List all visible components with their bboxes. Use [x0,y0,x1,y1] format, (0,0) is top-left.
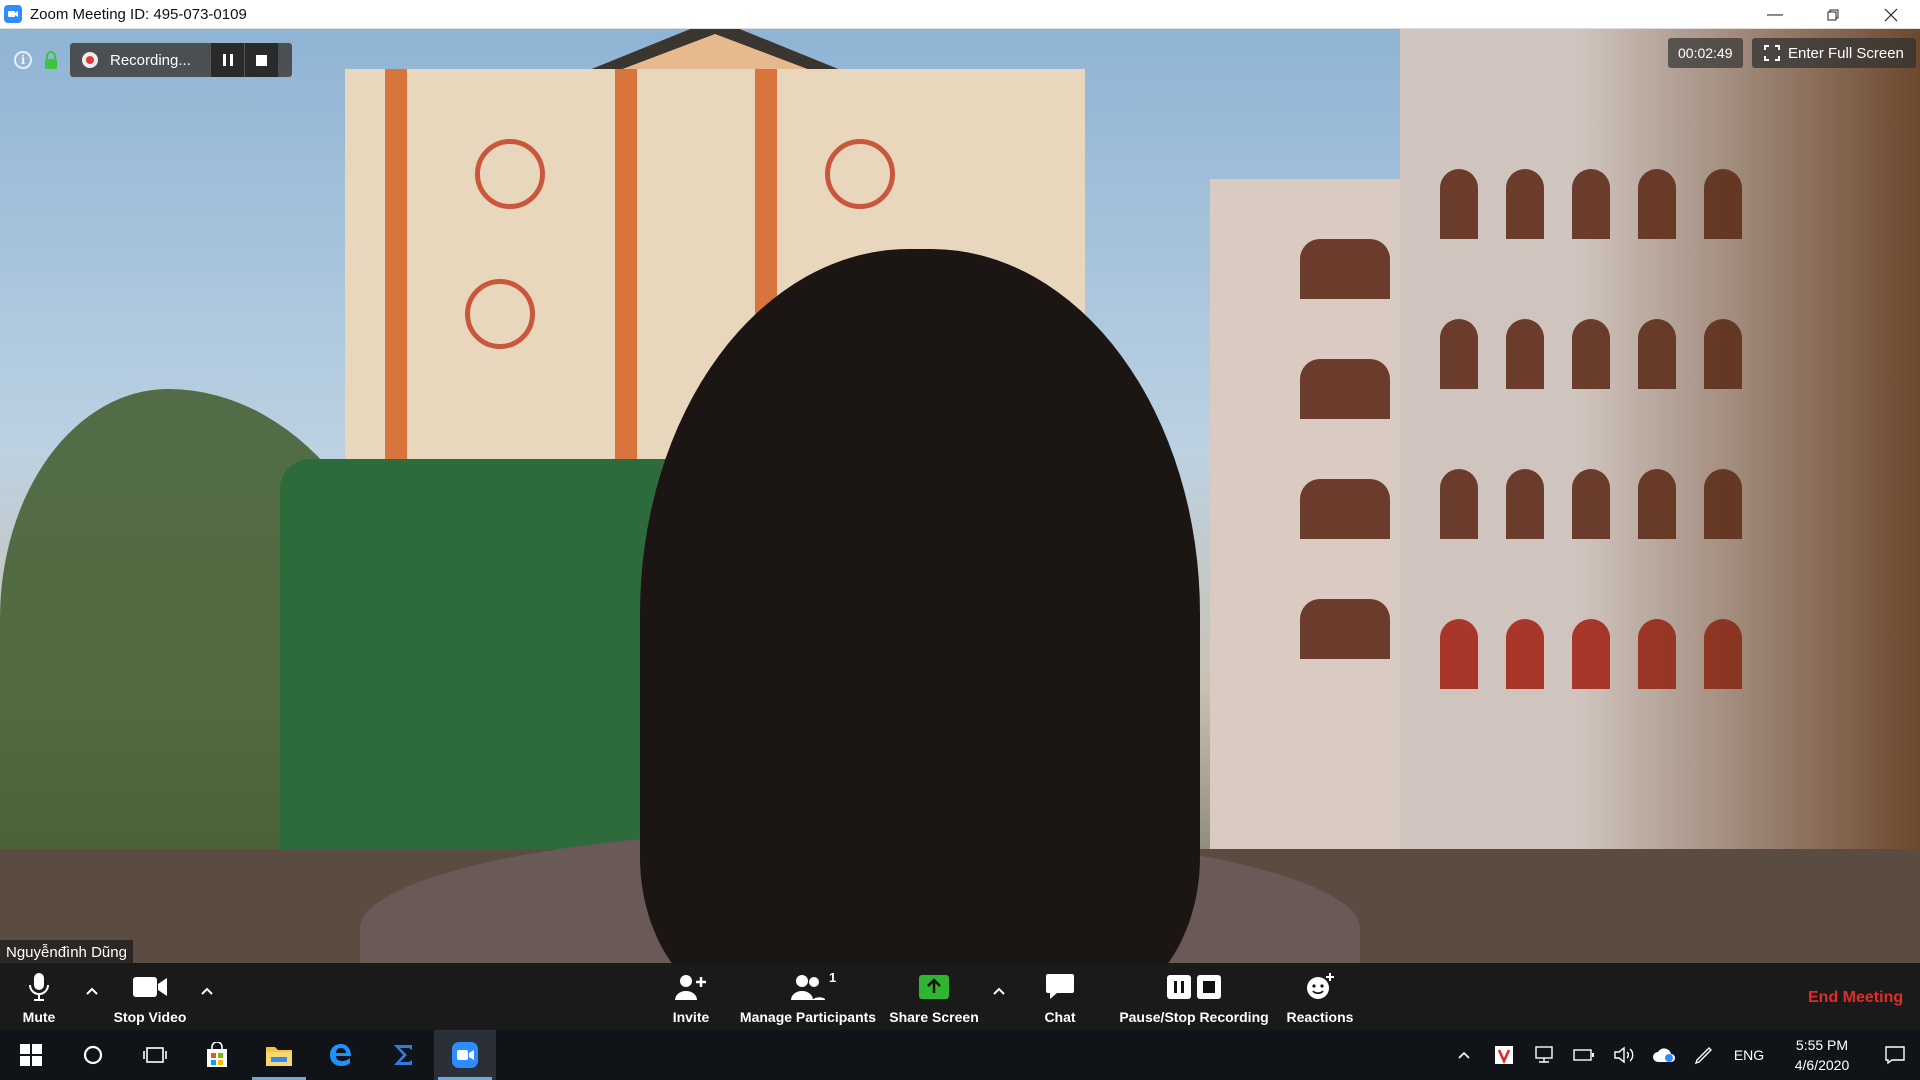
window-titlebar: Zoom Meeting ID: 495-073-0109 — [0,0,1920,29]
meeting-timer: 00:02:49 [1668,38,1743,68]
meeting-toolbar: Mute Stop Video Invite Manage Participan… [0,963,1920,1030]
tray-antivirus[interactable] [1484,1030,1524,1080]
pen-icon [1694,1047,1712,1065]
end-meeting-button[interactable]: End Meeting [1808,989,1903,1007]
video-options-chevron-up-icon[interactable] [199,983,215,999]
participant-name-tag: Nguyễnđình Dũng [0,940,133,964]
chat-bubble-icon [1046,974,1074,999]
taskbar-file-explorer[interactable] [248,1030,310,1080]
manage-participants-label: Manage Participants [739,1009,877,1025]
chat-button[interactable]: Chat [1042,963,1078,1030]
pause-stop-recording-label: Pause/Stop Recording [1119,1009,1269,1025]
share-screen-button[interactable]: Share Screen [889,963,979,1030]
tray-pen[interactable] [1684,1030,1724,1080]
action-center-button[interactable] [1870,1030,1920,1080]
mute-button[interactable]: Mute [16,963,62,1030]
smiley-plus-icon [1307,973,1334,999]
taskbar-store[interactable] [186,1030,248,1080]
share-screen-label: Share Screen [889,1009,979,1025]
share-options-chevron-up-icon[interactable] [991,983,1007,999]
zoom-app-icon [4,5,22,23]
battery-icon [1573,1049,1594,1061]
pause-stop-recording-button[interactable]: Pause/Stop Recording [1119,963,1269,1030]
video-building-arcade [1400,29,1920,929]
tray-onedrive[interactable] [1644,1030,1684,1080]
tray-battery[interactable] [1564,1030,1604,1080]
audio-options-chevron-up-icon[interactable] [84,983,100,999]
cloud-icon [1653,1048,1675,1062]
speaker-icon [1614,1046,1634,1064]
tray-volume[interactable] [1604,1030,1644,1080]
sigma-app-icon [394,1045,412,1065]
taskbar-sigma-app[interactable] [372,1030,434,1080]
video-camera-icon [133,977,167,997]
stop-icon [256,54,267,66]
microphone-icon [29,973,49,1001]
recording-status: Recording... [110,51,191,69]
fullscreen-label: Enter Full Screen [1788,44,1904,62]
cortana-circle-icon [83,1045,103,1065]
minimize-button[interactable]: — [1746,0,1804,29]
invite-label: Invite [672,1009,710,1025]
fullscreen-icon [1764,45,1780,61]
system-tray: ENG 5:55 PM 4/6/2020 [1444,1030,1920,1080]
share-screen-icon [919,975,949,999]
taskbar-zoom[interactable] [434,1030,496,1080]
video-feed [0,29,1920,963]
close-button[interactable] [1862,0,1920,29]
pause-stop-icon [1167,975,1221,999]
restore-button[interactable] [1804,0,1862,29]
participants-count: 1 [829,970,837,985]
taskbar-edge[interactable] [310,1030,372,1080]
meeting-info-overlay: i Recording... [14,43,292,77]
windows-taskbar: ENG 5:55 PM 4/6/2020 [0,1030,1920,1080]
show-hidden-icons-button[interactable] [1444,1030,1484,1080]
store-bag-icon [207,1042,227,1067]
clock-time: 5:55 PM [1795,1037,1849,1053]
antivirus-shield-icon [1495,1046,1513,1065]
video-person-silhouette [640,249,1200,963]
zoom-app-icon [452,1042,478,1068]
participants-icon [791,975,825,1000]
tray-network[interactable] [1524,1030,1564,1080]
stop-recording-button[interactable] [244,43,278,77]
info-icon[interactable]: i [14,51,32,69]
recording-indicator: Recording... [70,43,292,77]
manage-participants-button[interactable]: Manage Participants [738,963,878,1030]
invite-button[interactable]: Invite [666,963,716,1030]
stop-video-button[interactable]: Stop Video [110,963,190,1030]
reactions-button[interactable]: Reactions [1286,963,1354,1030]
add-person-icon [675,975,706,1000]
video-green-fence [280,459,700,879]
taskbar-clock[interactable]: 5:55 PM 4/6/2020 [1774,1035,1870,1075]
folder-icon [266,1047,292,1066]
record-dot-icon [82,52,98,68]
cortana-search-button[interactable] [62,1030,124,1080]
pause-icon [222,54,233,66]
clock-date: 4/6/2020 [1794,1057,1850,1073]
lock-icon[interactable] [42,50,60,70]
stop-video-label: Stop Video [113,1009,187,1025]
enter-full-screen-button[interactable]: Enter Full Screen [1752,38,1916,68]
edge-browser-icon [330,1044,351,1066]
mute-label: Mute [22,1009,56,1025]
task-view-button[interactable] [124,1030,186,1080]
pause-recording-button[interactable] [210,43,244,77]
reactions-label: Reactions [1286,1009,1354,1025]
windows-logo-icon [20,1044,42,1066]
input-language[interactable]: ENG [1724,1030,1774,1080]
chat-label: Chat [1044,1009,1076,1025]
network-monitor-icon [1535,1046,1553,1063]
task-view-icon [143,1047,167,1063]
start-button[interactable] [0,1030,62,1080]
notification-icon [1885,1046,1905,1065]
window-title: Zoom Meeting ID: 495-073-0109 [30,5,247,23]
chevron-up-icon [1458,1051,1470,1059]
